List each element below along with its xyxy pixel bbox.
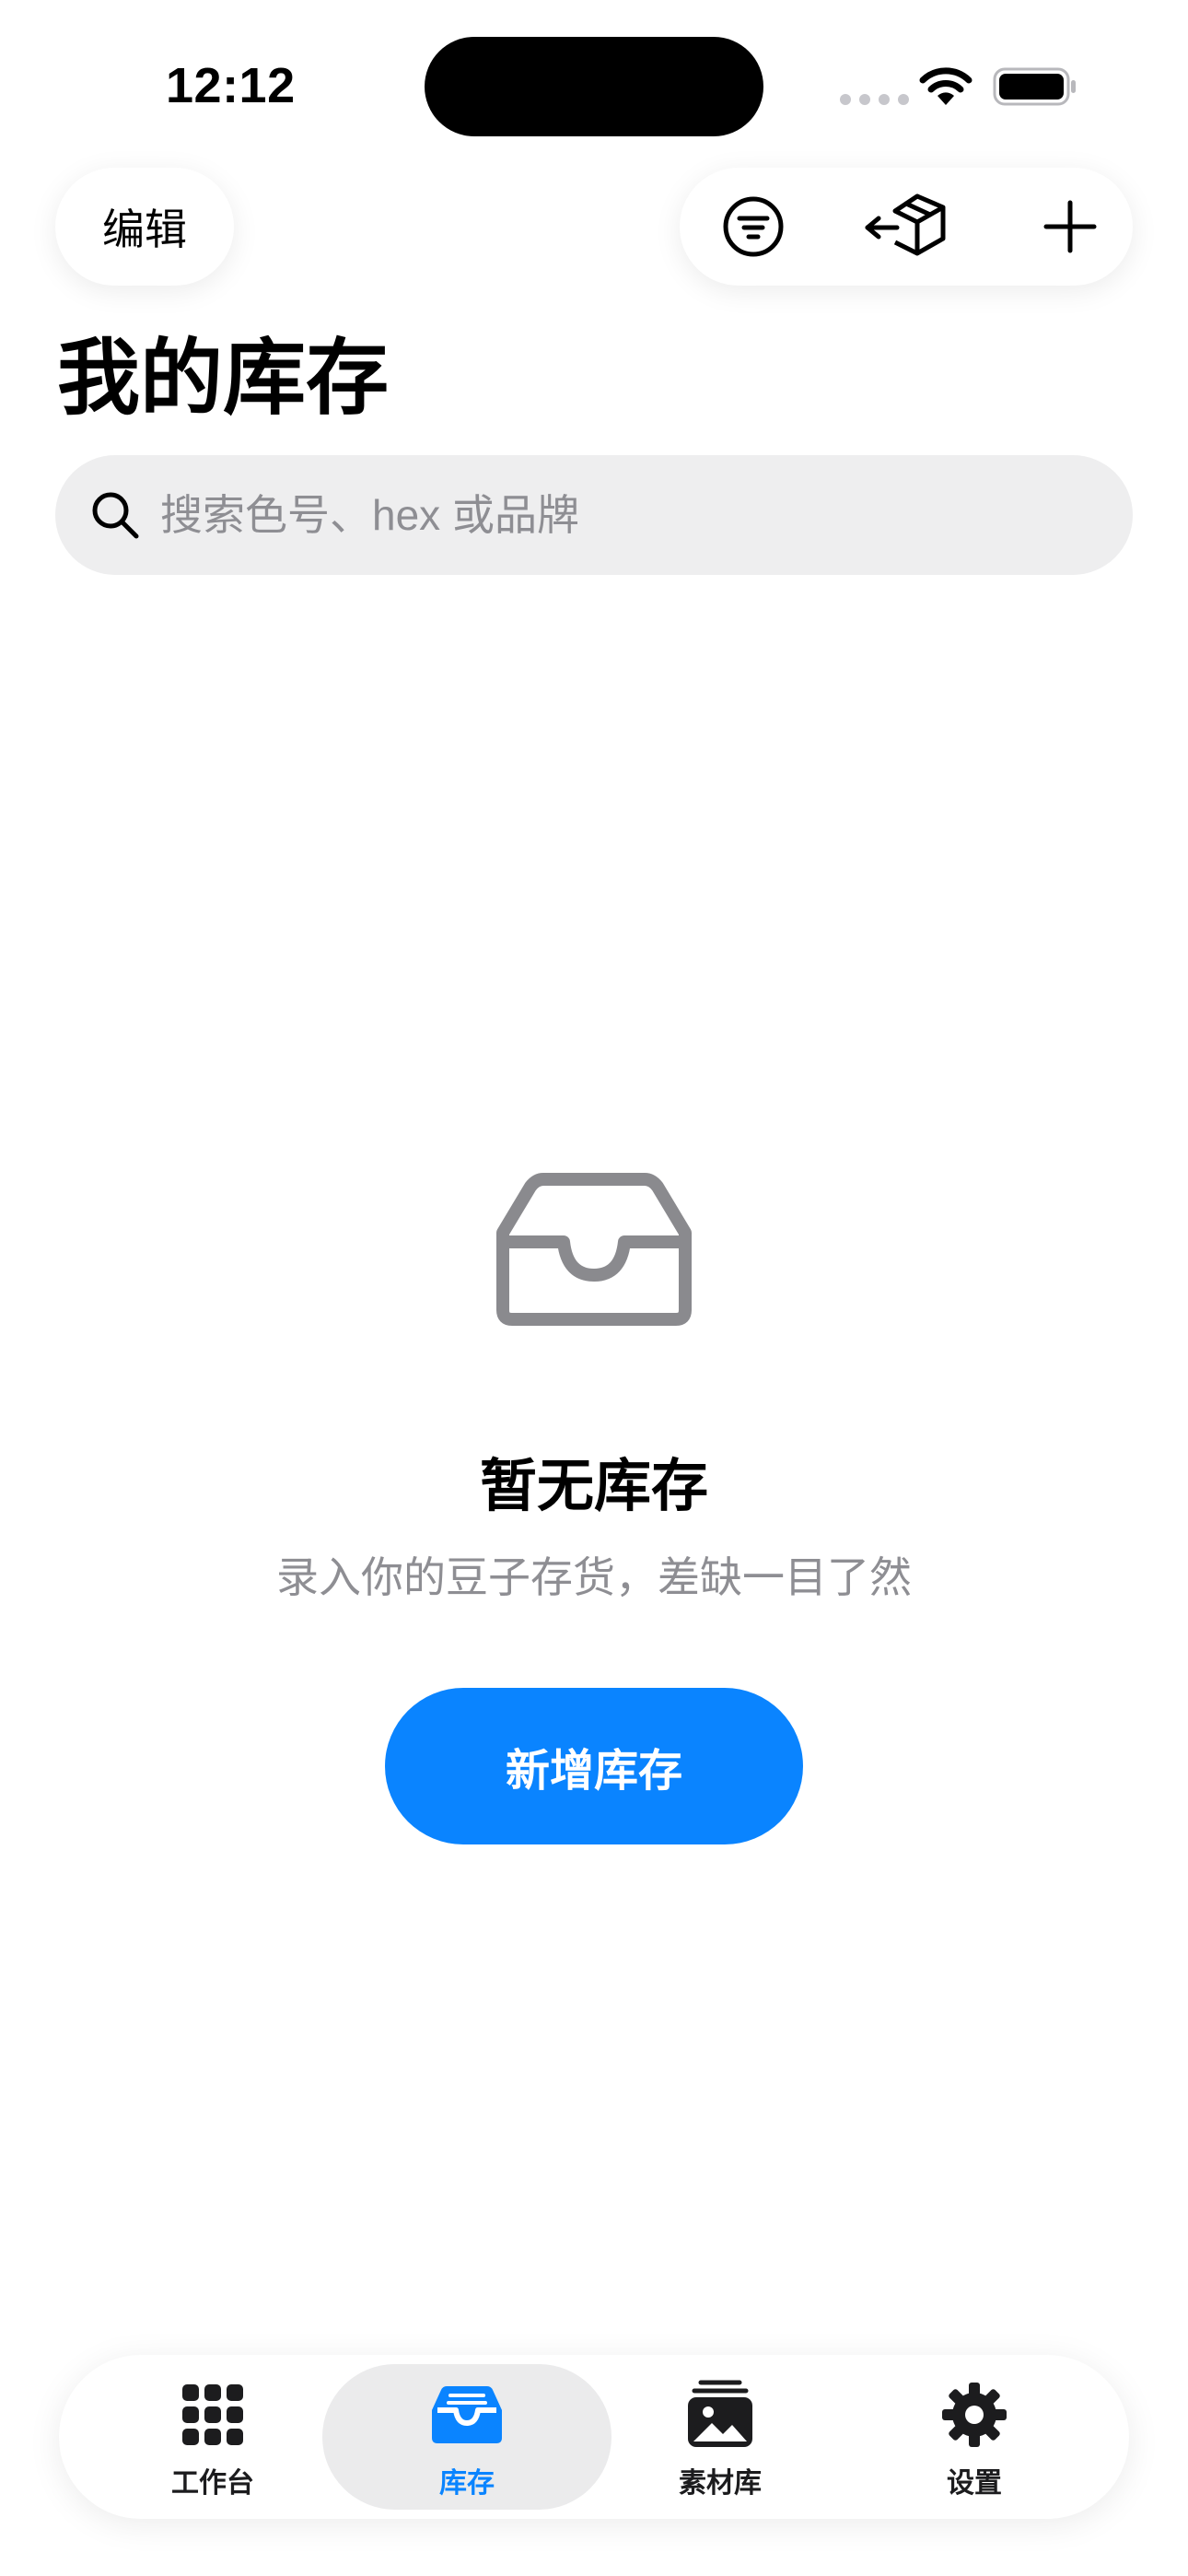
tray-icon <box>432 2386 502 2443</box>
plus-icon <box>1043 200 1097 253</box>
dynamic-island <box>425 37 763 136</box>
box-transfer-icon <box>865 193 946 256</box>
search-input[interactable] <box>160 455 1100 575</box>
tab-label: 素材库 <box>679 2468 762 2499</box>
tab-label: 库存 <box>439 2468 495 2499</box>
tab-inventory[interactable]: 库存 <box>338 2355 596 2519</box>
battery-icon <box>993 67 1076 106</box>
filter-icon <box>723 196 784 257</box>
status-time: 12:12 <box>166 58 296 113</box>
toolbar-action-group <box>680 168 1133 286</box>
tab-materials[interactable]: 素材库 <box>591 2355 849 2519</box>
tab-label: 工作台 <box>171 2468 254 2499</box>
empty-state-subtitle: 录入你的豆子存货，差缺一目了然 <box>276 1553 912 1601</box>
cellular-signal-icon <box>840 94 909 105</box>
empty-state-title: 暂无库存 <box>479 1455 708 1518</box>
inventory-screen: 12:12 编辑 我的库存 搜索色号、hex 或品牌 暂无库存 录入你的豆子存货… <box>0 0 1188 2576</box>
tab-workbench[interactable]: 工作台 <box>84 2355 342 2519</box>
add-button[interactable] <box>1024 181 1116 273</box>
page-title: 我的库存 <box>57 333 389 425</box>
tray-icon <box>496 1173 692 1326</box>
search-bar[interactable] <box>55 455 1133 575</box>
add-inventory-button[interactable]: 新增库存 <box>385 1688 803 1844</box>
edit-button[interactable]: 编辑 <box>55 168 234 286</box>
search-icon <box>92 492 139 539</box>
tab-label: 设置 <box>947 2468 1002 2499</box>
tab-bar: 工作台 库存 素材库 设置 <box>59 2355 1129 2519</box>
grid-icon <box>182 2384 243 2445</box>
wifi-icon <box>919 67 973 105</box>
gear-icon <box>942 2383 1007 2447</box>
box-transfer-button[interactable] <box>862 181 954 273</box>
photo-stack-icon <box>688 2380 752 2447</box>
filter-button[interactable] <box>707 181 799 273</box>
tab-settings[interactable]: 设置 <box>845 2355 1103 2519</box>
